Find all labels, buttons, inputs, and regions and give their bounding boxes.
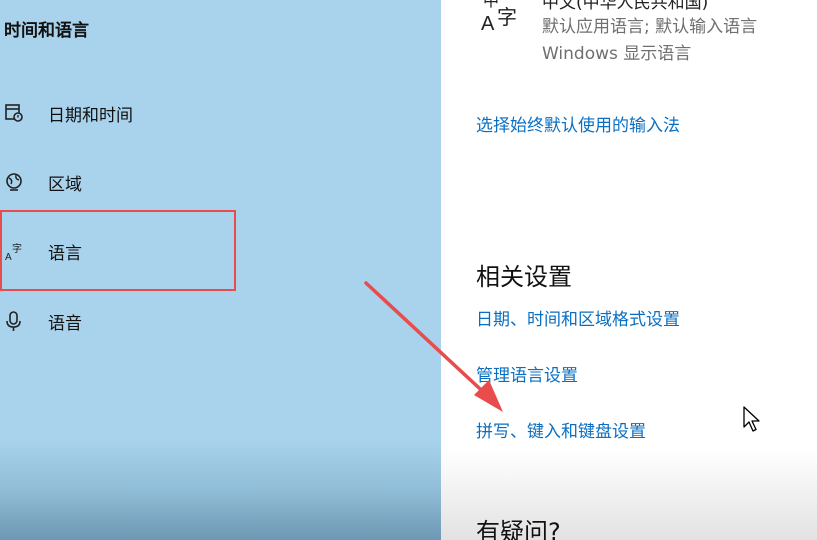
mouse-cursor-icon [742,405,762,435]
choose-input-method-link[interactable]: 选择始终默认使用的输入法 [476,111,680,136]
manage-language-settings-link[interactable]: 管理语言设置 [476,361,578,386]
highlight-annotation-box [0,210,236,291]
microphone-icon [4,310,24,332]
sidebar-item-speech[interactable]: 语音 [0,296,440,346]
main-content: 中 A 字 中文(中华人民共和国) 默认应用语言; 默认输入语言 Windows… [441,0,817,540]
calendar-clock-icon [4,102,24,124]
language-details: 默认应用语言; 默认输入语言 [542,17,758,37]
spelling-typing-keyboard-link[interactable]: 拼写、键入和键盘设置 [476,417,646,442]
language-pack-icon: 中 A 字 [479,0,529,38]
display-language-note: Windows 显示语言 [542,44,692,64]
sidebar-item-label: 日期和时间 [48,106,133,126]
sidebar-item-date-time[interactable]: 日期和时间 [0,88,440,138]
sidebar-item-label: 语音 [48,314,82,334]
section-title: 时间和语言 [4,21,89,41]
questions-heading: 有疑问? [476,518,561,540]
globe-icon [4,171,24,193]
sidebar-item-region[interactable]: 区域 [0,157,440,207]
svg-text:A: A [481,13,495,35]
svg-text:字: 字 [497,5,517,29]
sidebar-item-label: 区域 [48,175,82,195]
sidebar-nav: 时间和语言 日期和时间 区域 A 字 语言 语音 [0,0,441,540]
related-settings-heading: 相关设置 [476,263,572,291]
date-time-region-format-link[interactable]: 日期、时间和区域格式设置 [476,305,680,330]
